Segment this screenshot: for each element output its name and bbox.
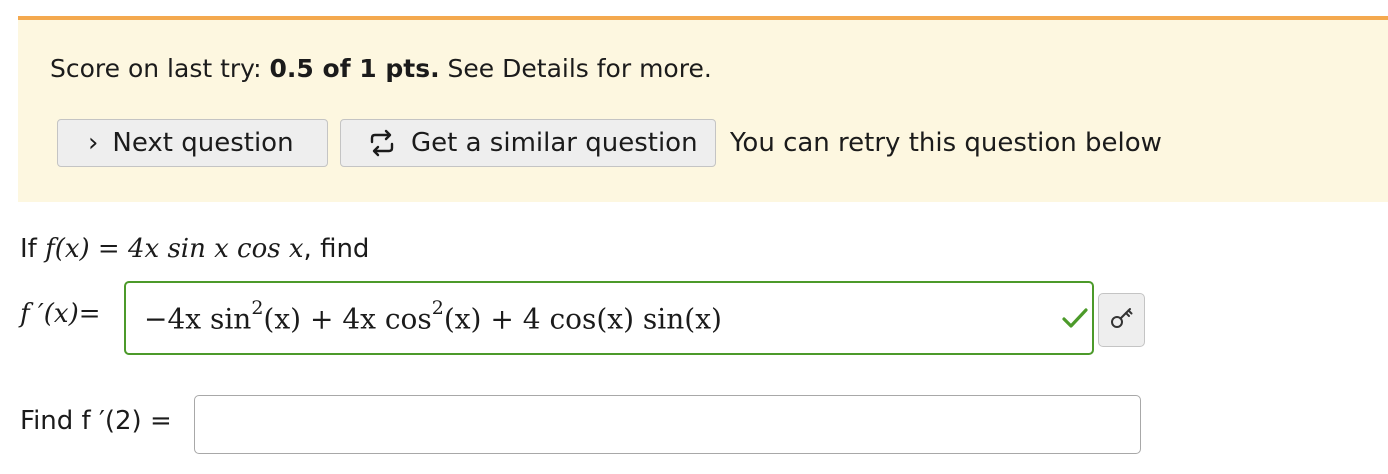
next-question-button[interactable]: › Next question <box>57 119 328 167</box>
score-panel: Score on last try: 0.5 of 1 pts. See Det… <box>18 20 1388 202</box>
question-prompt: If f(x) = 4x sin x cos x, find <box>20 234 369 264</box>
check-icon <box>1062 307 1088 333</box>
similar-question-button[interactable]: Get a similar question <box>340 119 716 167</box>
similar-question-label: Get a similar question <box>411 128 698 158</box>
key-icon <box>1109 305 1135 335</box>
next-question-label: Next question <box>112 128 294 158</box>
find-text: , find <box>303 234 370 264</box>
answer-part-2: (x) + 4x cos <box>263 302 432 336</box>
derivative-label: f ′(x)= <box>20 299 101 329</box>
refresh-arrows-icon <box>367 129 397 157</box>
score-value: 0.5 of 1 pts. <box>269 54 440 83</box>
score-prefix: Score on last try: <box>50 54 270 83</box>
answer-part-1: −4x sin <box>144 302 252 336</box>
find-derivative-input[interactable] <box>194 395 1141 454</box>
answer-exponent-1: 2 <box>251 297 264 319</box>
answer-exponent-2: 2 <box>431 297 444 319</box>
retry-note: You can retry this question below <box>730 128 1162 158</box>
answer-part-3: (x) + 4 cos(x) sin(x) <box>443 302 722 336</box>
score-suffix: See Details for more. <box>439 54 712 83</box>
if-text: If <box>20 234 46 264</box>
score-summary: Score on last try: 0.5 of 1 pts. See Det… <box>50 54 712 83</box>
key-icon-button[interactable] <box>1098 293 1145 347</box>
chevron-right-icon: › <box>88 128 99 158</box>
derivative-answer-field[interactable]: −4x sin2(x) + 4x cos2(x) + 4 cos(x) sin(… <box>124 281 1094 355</box>
function-definition: f(x) = 4x sin x cos x <box>45 234 304 264</box>
answer-expression: −4x sin2(x) + 4x cos2(x) + 4 cos(x) sin(… <box>144 297 722 336</box>
find-derivative-label: Find f ′(2) = <box>20 406 172 436</box>
